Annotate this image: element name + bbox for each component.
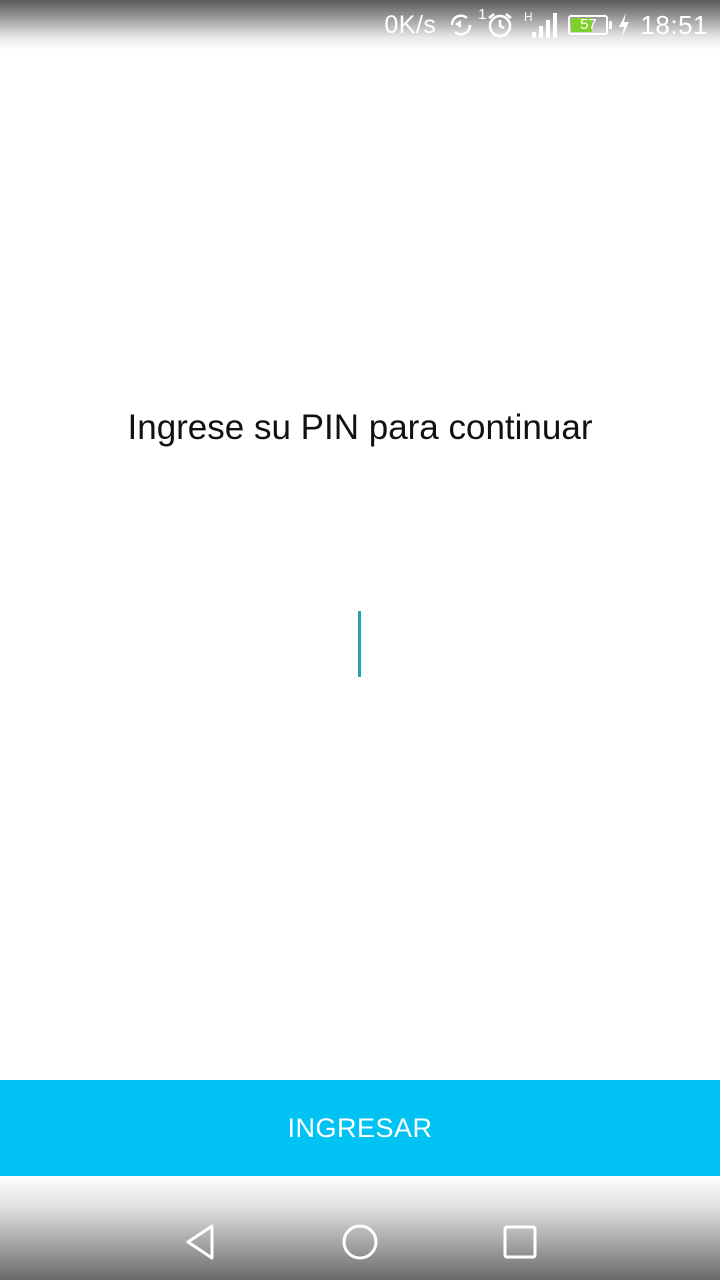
network-type: H [524, 10, 533, 24]
recents-button[interactable] [496, 1218, 544, 1266]
recents-icon [503, 1225, 537, 1259]
sync-icon: 1 [446, 6, 486, 38]
back-button[interactable] [176, 1218, 224, 1266]
sync-count: 1 [478, 6, 487, 23]
battery-level: 57 [580, 16, 597, 33]
charging-icon [618, 13, 630, 37]
ingresar-button[interactable]: INGRESAR [0, 1080, 720, 1176]
battery-icon: 57 [568, 15, 613, 35]
network-speed: 0K/s [384, 10, 437, 39]
status-bar: 0K/s 1 H 57 18:51 [0, 0, 720, 50]
status-icons: 0K/s 1 H 57 18:51 [384, 6, 708, 44]
navigation-bar [0, 1176, 720, 1280]
home-icon [342, 1224, 378, 1260]
pin-input[interactable] [260, 600, 464, 692]
pin-prompt: Ingrese su PIN para continuar [127, 408, 593, 447]
back-icon [186, 1224, 214, 1260]
signal-icon: H [524, 10, 558, 40]
alarm-icon [486, 11, 514, 39]
home-button[interactable] [336, 1218, 384, 1266]
clock: 18:51 [640, 9, 708, 40]
text-caret [358, 611, 361, 677]
